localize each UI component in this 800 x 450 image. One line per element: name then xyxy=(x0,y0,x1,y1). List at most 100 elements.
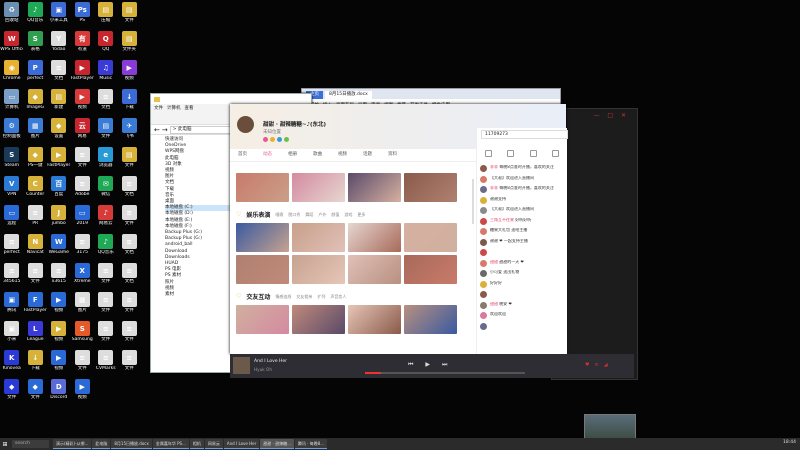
taskbar-button[interactable]: 腾讯 · 每晚8... xyxy=(294,439,328,449)
stream-thumbnail[interactable]: 雷雷 女神的美 xyxy=(292,223,345,252)
desktop-shortcut[interactable]: ≡ 文件 xyxy=(71,147,95,176)
section-tag[interactable]: 舞蹈 xyxy=(305,212,313,218)
stream-thumbnail[interactable] xyxy=(348,305,401,334)
desktop-shortcut[interactable]: V VPN xyxy=(0,176,24,205)
stream-thumbnail[interactable] xyxy=(292,255,345,284)
desktop-shortcut[interactable]: ▣ 小米工具 xyxy=(47,2,71,31)
desktop-shortcut[interactable]: ✉ 微信 xyxy=(94,176,118,205)
chat-tab-icon[interactable] xyxy=(484,149,492,157)
desktop-shortcut[interactable]: W WeGame xyxy=(47,234,71,263)
avatar[interactable] xyxy=(480,301,487,309)
playlist-icon[interactable]: ≡ xyxy=(594,362,598,368)
desktop-shortcut[interactable]: ▣ 小米 xyxy=(0,321,24,350)
desktop-shortcut[interactable]: ▶ 视频 xyxy=(47,321,71,350)
section-tag[interactable]: 脱口秀 xyxy=(288,212,300,218)
chat-tab-icon[interactable] xyxy=(552,149,560,157)
taskbar-button[interactable]: 网易云 xyxy=(204,439,223,449)
desktop-shortcut[interactable]: ↓ 下载 xyxy=(24,350,48,379)
desktop-shortcut[interactable]: S 表格 xyxy=(24,31,48,60)
section-tag[interactable]: 交友相亲 xyxy=(296,294,312,300)
previous-icon[interactable]: ⏮ xyxy=(408,361,413,369)
forward-icon[interactable]: → xyxy=(162,126,168,134)
desktop-shortcut[interactable]: ▶ 视频 xyxy=(71,379,95,408)
ribbon-tab[interactable]: 文件 xyxy=(154,105,163,111)
tab-document[interactable]: 8月15日播放.docx xyxy=(325,91,372,99)
desktop-shortcut[interactable]: ▣ 腾讯 xyxy=(0,292,24,321)
chat-username[interactable]: 甜甜 xyxy=(490,302,498,306)
nav-tab[interactable]: 视频 xyxy=(330,149,355,161)
desktop-shortcut[interactable]: ◆ PS一键 xyxy=(24,147,48,176)
desktop-shortcut[interactable]: Pperfect xyxy=(24,60,48,89)
desktop-shortcut[interactable]: ◆ 设置 xyxy=(47,118,71,147)
desktop-shortcut[interactable]: Q QQ xyxy=(94,31,118,60)
desktop-shortcut[interactable]: ≡ 文件 xyxy=(118,205,142,234)
taskbar-button[interactable]: 此电脑 xyxy=(92,439,111,449)
desktop-shortcut[interactable]: ≡ CVMarks xyxy=(94,350,118,379)
desktop-shortcut[interactable]: ◆ 文件 xyxy=(24,379,48,408)
desktop-shortcut[interactable]: ▭ 2019 xyxy=(71,205,95,234)
avatar[interactable] xyxy=(480,186,487,193)
avatar[interactable] xyxy=(480,165,487,172)
desktop-shortcut[interactable]: e 浏览器 xyxy=(94,147,118,176)
avatar[interactable] xyxy=(480,196,487,204)
nav-tab[interactable]: 资料 xyxy=(380,149,405,161)
section-tag[interactable]: 更多 xyxy=(357,212,365,218)
desktop-shortcut[interactable]: ≡ 文件 xyxy=(71,350,95,379)
desktop-shortcut[interactable]: ≡ 文档 xyxy=(118,176,142,205)
content-scrollbar[interactable] xyxy=(472,179,474,224)
desktop-shortcut[interactable]: Jjumbo xyxy=(47,205,71,234)
desktop-shortcut[interactable]: ≡ 文档 xyxy=(47,60,71,89)
desktop-shortcut[interactable]: X Xtreme xyxy=(71,263,95,292)
avatar[interactable] xyxy=(480,175,487,183)
taskbar-button[interactable]: 相机 xyxy=(189,439,204,449)
live-streaming-app-window[interactable]: 甜甜 · 甜辣糖糖~♪(东北) 未知位置 首页 动态 相册 歌曲 视频 话题 资料 ♡ 娱乐表… xyxy=(230,104,568,354)
desktop-shortcut[interactable]: ▭ 远程 xyxy=(0,205,24,234)
desktop-shortcut[interactable]: ▤ 压缩 xyxy=(94,2,118,31)
avatar[interactable] xyxy=(480,207,487,214)
desktop-shortcut[interactable]: ▤ 文件 xyxy=(94,118,118,147)
desktop-shortcut[interactable]: Ps PS xyxy=(71,2,95,31)
desktop-shortcut[interactable]: ▤ 文件 xyxy=(118,2,142,31)
section-tag[interactable]: 情感连线 xyxy=(275,294,291,300)
like-icon[interactable]: ♥ xyxy=(585,362,589,368)
desktop-shortcut[interactable]: ≡ x3615 xyxy=(47,263,71,292)
avatar[interactable] xyxy=(480,238,487,246)
taskbar-search[interactable]: search xyxy=(12,440,49,448)
desktop-shortcut[interactable]: S Samsung xyxy=(71,321,95,350)
section-tag[interactable]: 唱歌 xyxy=(275,212,283,218)
avatar[interactable] xyxy=(480,217,487,225)
desktop-shortcut[interactable]: ≡ 345615 xyxy=(0,263,24,292)
nav-tab[interactable]: 歌曲 xyxy=(305,149,330,161)
chat-username[interactable]: 甜甜 xyxy=(490,260,498,264)
taskbar-button[interactable]: 甜甜 · 甜辣糖... xyxy=(260,439,294,449)
desktop-shortcut[interactable]: ≡ 文件 xyxy=(118,321,142,350)
taskbar-button[interactable]: 金属嘉年华 PS... xyxy=(152,439,189,449)
desktop-shortcut[interactable]: ♪ QQ音乐 xyxy=(24,2,48,31)
desktop-shortcut[interactable]: ≡ 文档 xyxy=(118,234,142,263)
progress-bar[interactable] xyxy=(365,372,525,374)
stream-thumbnail[interactable] xyxy=(348,173,401,202)
stream-thumbnail[interactable] xyxy=(348,255,401,284)
desktop-shortcut[interactable]: ≡ PR xyxy=(24,205,48,234)
stream-thumbnail[interactable] xyxy=(348,223,401,252)
avatar[interactable] xyxy=(480,249,487,256)
desktop-shortcut[interactable]: ✈ 飞书 xyxy=(118,118,142,147)
back-icon[interactable]: ← xyxy=(154,126,160,134)
desktop-shortcut[interactable]: ≡ 3175 xyxy=(71,234,95,263)
desktop-shortcut[interactable]: C Counter xyxy=(24,176,48,205)
avatar[interactable] xyxy=(480,259,487,267)
clock[interactable]: 18:44 xyxy=(783,440,796,445)
desktop-shortcut[interactable]: ▶ FastPlayer xyxy=(71,60,95,89)
avatar[interactable] xyxy=(237,116,254,133)
nav-tab[interactable]: 相册 xyxy=(280,149,305,161)
stream-thumbnail[interactable] xyxy=(236,305,289,334)
stream-thumbnail[interactable] xyxy=(404,223,457,252)
album-cover[interactable] xyxy=(233,357,250,374)
desktop-shortcut[interactable]: ≡ 文档 xyxy=(118,263,142,292)
nav-tab[interactable]: 首页 xyxy=(230,149,255,161)
desktop-shortcut[interactable]: 有有道 xyxy=(71,31,95,60)
desktop-shortcut[interactable]: ↓ 下载 xyxy=(118,89,142,118)
volume-icon[interactable]: ◢ xyxy=(604,362,608,368)
desktop-shortcut[interactable]: N Navicat xyxy=(24,234,48,263)
desktop-shortcut[interactable]: ≡ 文件 xyxy=(118,292,142,321)
